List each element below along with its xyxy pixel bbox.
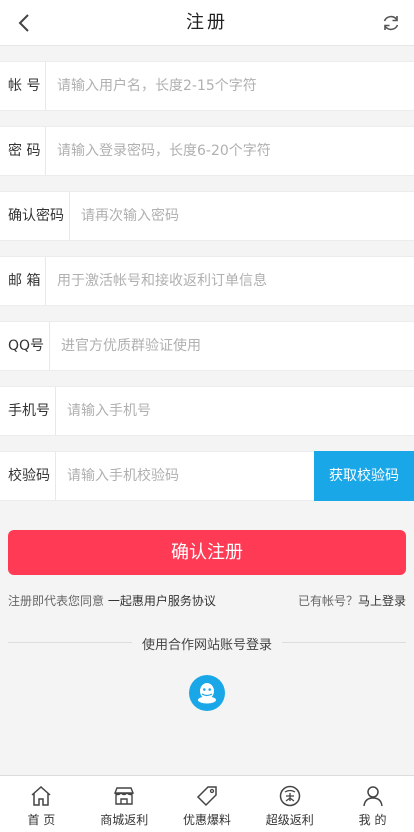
tab-home[interactable]: 首 页: [0, 776, 83, 832]
tab-mine-label: 我 的: [358, 813, 387, 827]
confirm-password-input[interactable]: 请再次输入密码: [81, 192, 179, 240]
header: 注册: [0, 0, 414, 46]
bottom-tab-bar: 首 页 商城返利 优惠爆料 超级返利 我 的: [0, 775, 414, 832]
home-icon: [28, 783, 54, 809]
account-label: 帐 号: [0, 62, 46, 110]
qq-icon: [198, 683, 216, 704]
qq-login-button[interactable]: [189, 675, 225, 711]
get-verify-code-button[interactable]: 获取校验码: [314, 451, 414, 501]
login-prefix: 已有帐号？: [297, 594, 358, 608]
tab-store-rebate[interactable]: 商城返利: [83, 776, 166, 832]
tag-icon: [194, 783, 220, 809]
phone-row: 手机号 请输入手机号: [0, 386, 414, 436]
password-label: 密 码: [0, 127, 46, 175]
tab-deals[interactable]: 优惠爆料: [166, 776, 249, 832]
account-row: 帐 号 请输入用户名，长度2-15个字符: [0, 61, 414, 111]
page-title: 注册: [186, 12, 228, 33]
login-text: 已有帐号？马上登录: [298, 592, 406, 609]
verify-code-row: 校验码 请输入手机校验码 获取校验码: [0, 451, 414, 501]
email-label: 邮 箱: [0, 257, 46, 305]
login-link[interactable]: 马上登录: [358, 594, 406, 608]
tab-home-label: 首 页: [27, 813, 56, 827]
third-party-title: 使用合作网站账号登录: [0, 634, 414, 653]
qq-label: QQ号: [0, 322, 50, 370]
rebate-icon: [277, 783, 303, 809]
password-row: 密 码 请输入登录密码，长度6-20个字符: [0, 126, 414, 176]
user-icon: [360, 783, 386, 809]
phone-input[interactable]: 请输入手机号: [67, 387, 151, 435]
agreement-link[interactable]: 一起惠用户服务协议: [108, 594, 216, 608]
confirm-password-label: 确认密码: [0, 192, 70, 240]
tab-super-rebate-label: 超级返利: [265, 813, 314, 827]
agreement-prefix: 注册即代表您同意: [8, 594, 108, 608]
phone-label: 手机号: [0, 387, 56, 435]
confirm-password-row: 确认密码 请再次输入密码: [0, 191, 414, 241]
store-icon: [111, 783, 137, 809]
tab-deals-label: 优惠爆料: [182, 813, 231, 827]
tab-store-rebate-label: 商城返利: [100, 813, 149, 827]
third-party-text: 使用合作网站账号登录: [131, 638, 282, 653]
qq-input[interactable]: 进官方优质群验证使用: [61, 322, 201, 370]
refresh-button[interactable]: [378, 10, 404, 36]
tab-mine[interactable]: 我 的: [331, 776, 414, 832]
qq-row: QQ号 进官方优质群验证使用: [0, 321, 414, 371]
account-input[interactable]: 请输入用户名，长度2-15个字符: [57, 62, 257, 110]
verify-code-input[interactable]: 请输入手机校验码: [67, 452, 179, 500]
confirm-register-button[interactable]: 确认注册: [8, 530, 406, 575]
tab-super-rebate[interactable]: 超级返利: [248, 776, 331, 832]
agreement-text: 注册即代表您同意 一起惠用户服务协议: [8, 592, 216, 609]
email-row: 邮 箱 用于激活帐号和接收返利订单信息: [0, 256, 414, 306]
email-input[interactable]: 用于激活帐号和接收返利订单信息: [57, 257, 267, 305]
verify-code-label: 校验码: [0, 452, 56, 500]
refresh-icon: [383, 15, 399, 31]
password-input[interactable]: 请输入登录密码，长度6-20个字符: [57, 127, 271, 175]
